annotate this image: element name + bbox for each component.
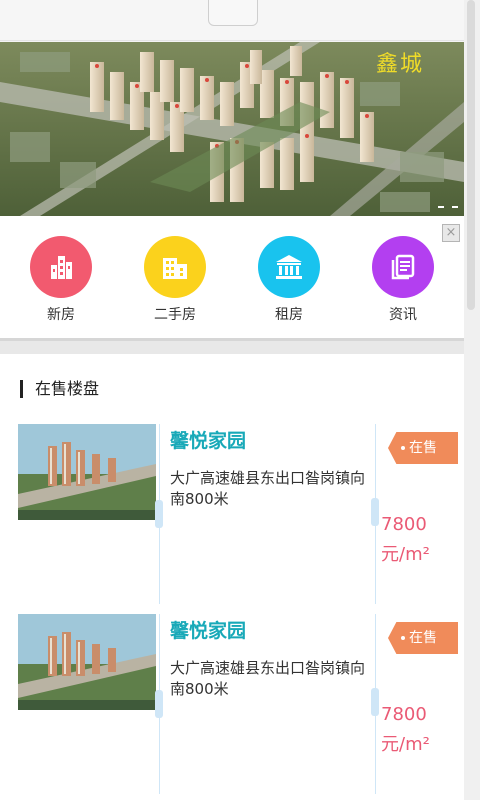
scrollbar[interactable] <box>464 0 480 800</box>
card-divider-handle <box>371 688 379 716</box>
price-value: 7800 <box>381 514 427 535</box>
menu-label-new-house: 新房 <box>47 307 75 323</box>
price-value: 7800 <box>381 704 427 725</box>
carousel-indicators <box>438 206 458 208</box>
listing-name[interactable]: 馨悦家园 <box>170 426 246 453</box>
carousel-dot[interactable] <box>438 206 444 208</box>
card-divider-handle <box>155 500 163 528</box>
carousel-dot[interactable] <box>452 206 458 208</box>
listing-price: 7800 元/m² <box>381 700 430 760</box>
price-unit: 元/m² <box>381 544 430 565</box>
listing-section: 在售楼盘 馨悦家园 大广高速雄县东出口昝岗镇向南800米 在售 7800 元/m… <box>0 354 464 800</box>
card-divider-handle <box>371 498 379 526</box>
building-icon <box>30 236 92 298</box>
card-divider-handle <box>155 690 163 718</box>
status-badge: 在售 <box>388 432 458 464</box>
tab-handle[interactable] <box>208 0 258 26</box>
listing-address: 大广高速雄县东出口昝岗镇向南800米 <box>170 469 366 508</box>
listing-price: 7800 元/m² <box>381 510 430 570</box>
price-unit: 元/m² <box>381 734 430 755</box>
category-menu: × 新房 二手房 租房 资讯 <box>0 216 464 338</box>
banner-overlay-text: 鑫城 <box>375 52 424 77</box>
bank-icon <box>258 236 320 298</box>
listing-card[interactable]: 馨悦家园 大广高速雄县东出口昝岗镇向南800米 在售 7800 元/m² <box>0 614 464 796</box>
menu-label-news: 资讯 <box>389 307 417 323</box>
listing-thumbnail[interactable] <box>18 424 156 520</box>
menu-label-rent: 租房 <box>275 307 303 323</box>
apartment-icon <box>144 236 206 298</box>
scrollbar-thumb[interactable] <box>467 0 475 310</box>
menu-item-news[interactable]: 资讯 <box>363 236 443 324</box>
close-icon[interactable]: × <box>442 224 460 242</box>
divider <box>0 338 464 355</box>
page: 鑫城 × 新房 二手房 租房 资讯 在售楼盘 馨悦家园 大广高速雄县东出口昝岗镇… <box>0 0 464 800</box>
status-badge: 在售 <box>388 622 458 654</box>
section-title: 在售楼盘 <box>20 380 99 398</box>
listing-thumbnail[interactable] <box>18 614 156 710</box>
banner-carousel[interactable]: 鑫城 <box>0 42 464 216</box>
listing-address: 大广高速雄县东出口昝岗镇向南800米 <box>170 659 366 698</box>
menu-item-new-house[interactable]: 新房 <box>21 236 101 324</box>
news-icon <box>372 236 434 298</box>
menu-item-second-hand[interactable]: 二手房 <box>135 236 215 324</box>
listing-card[interactable]: 馨悦家园 大广高速雄县东出口昝岗镇向南800米 在售 7800 元/m² <box>0 424 464 606</box>
top-bar <box>0 0 464 41</box>
menu-label-second-hand: 二手房 <box>154 307 196 323</box>
menu-item-rent[interactable]: 租房 <box>249 236 329 324</box>
listing-name[interactable]: 馨悦家园 <box>170 616 246 643</box>
